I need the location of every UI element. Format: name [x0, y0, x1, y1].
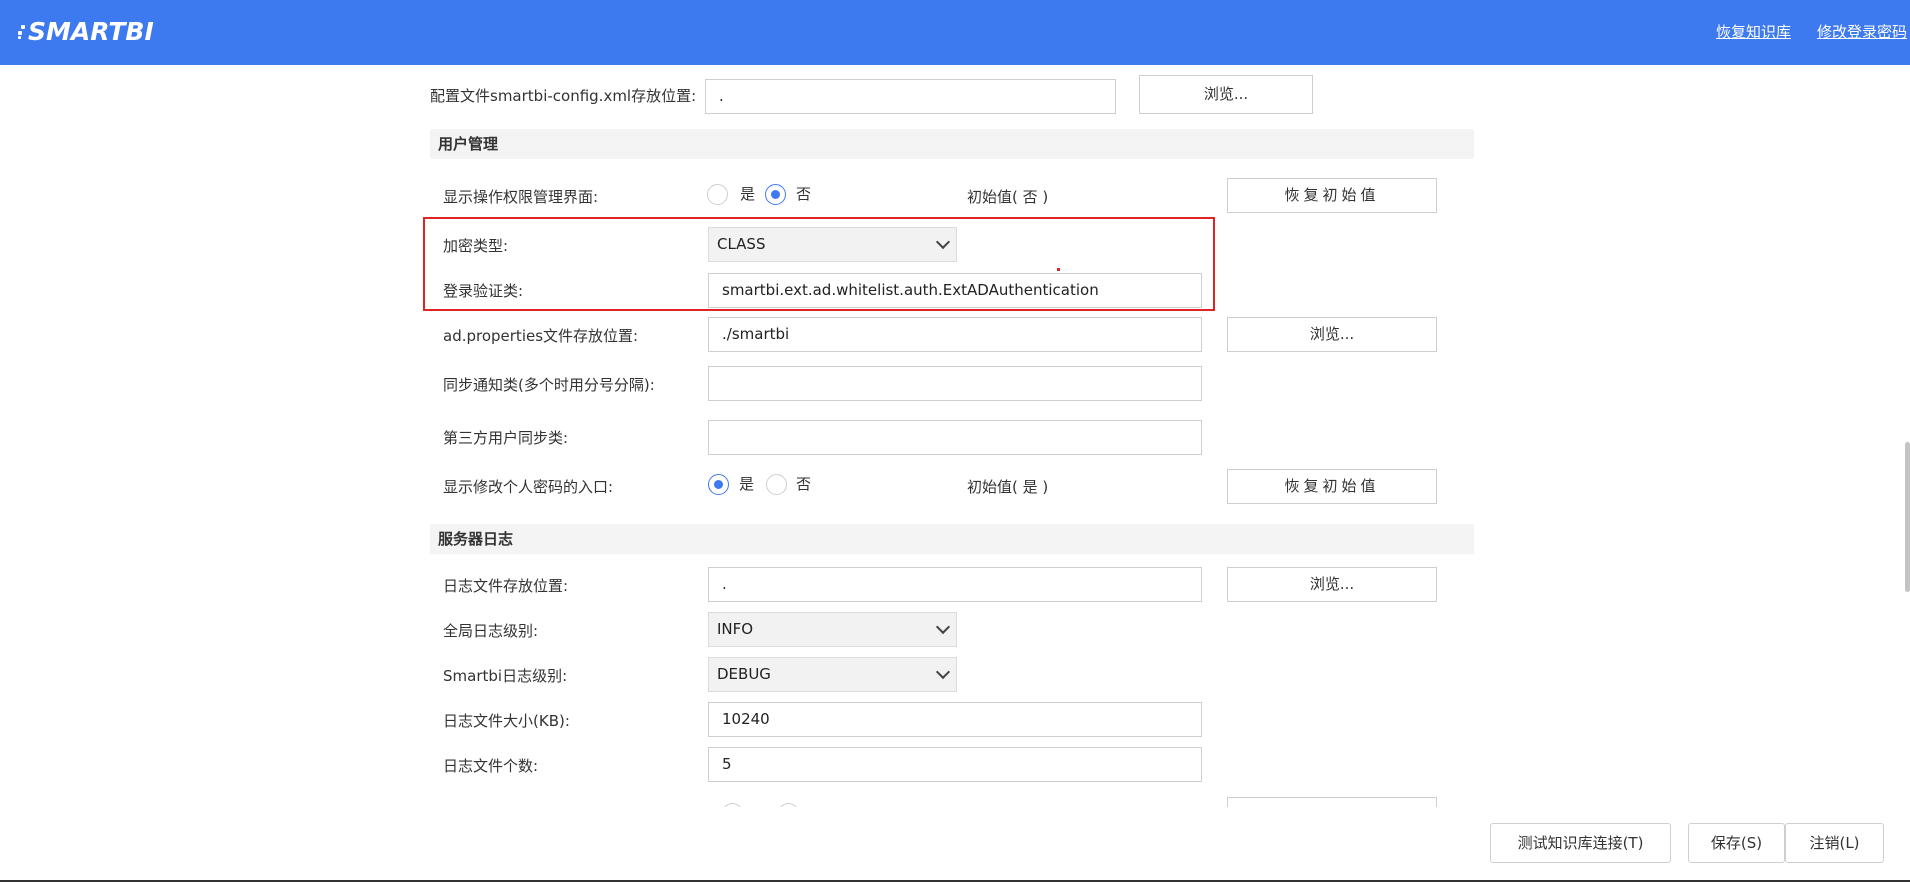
log-path-browse-button[interactable]: 浏览...	[1227, 567, 1437, 602]
ad-props-browse-button[interactable]: 浏览...	[1227, 317, 1437, 352]
section-server-log: 服务器日志	[430, 524, 1474, 554]
settings-content: 配置文件smartbi-config.xml存放位置: . 浏览... 用户管理…	[0, 65, 1910, 807]
file-size-input[interactable]: 10240	[708, 702, 1202, 737]
red-dot-mark	[1057, 268, 1060, 271]
section-user-management: 用户管理	[430, 129, 1474, 159]
file-count-label: 日志文件个数:	[443, 757, 539, 775]
encrypt-type-value: CLASS	[717, 235, 766, 253]
config-browse-button[interactable]: 浏览...	[1139, 75, 1313, 114]
smartbi-level-label: Smartbi日志级别:	[443, 667, 568, 685]
encrypt-type-label: 加密类型:	[443, 237, 509, 255]
show-perm-no-radio[interactable]	[765, 184, 786, 205]
show-perm-label: 显示操作权限管理界面:	[443, 188, 599, 206]
third-sync-label: 第三方用户同步类:	[443, 429, 569, 447]
log-path-label: 日志文件存放位置:	[443, 577, 569, 595]
ad-props-input[interactable]: ./smartbi	[708, 317, 1202, 352]
show-pwd-yes-radio[interactable]	[708, 474, 729, 495]
smartbi-level-value: DEBUG	[717, 665, 771, 683]
show-perm-reset-button[interactable]: 恢复初始值	[1227, 178, 1437, 213]
global-level-value: INFO	[717, 620, 754, 638]
show-perm-initial-value: 初始值( 否 )	[967, 188, 1049, 206]
show-pwd-reset-button[interactable]: 恢复初始值	[1227, 469, 1437, 504]
logo-dots-icon	[18, 17, 26, 41]
chevron-down-icon	[935, 234, 951, 250]
change-password-link[interactable]: 修改登录密码	[1817, 21, 1907, 42]
test-kb-connection-button[interactable]: 测试知识库连接(T)	[1490, 823, 1671, 863]
global-level-label: 全局日志级别:	[443, 622, 539, 640]
show-pwd-initial-value: 初始值( 是 )	[967, 478, 1049, 496]
show-pwd-no-label: 否	[796, 475, 812, 493]
file-count-input[interactable]: 5	[708, 747, 1202, 782]
save-button[interactable]: 保存(S)	[1688, 823, 1785, 863]
smartbi-level-select[interactable]: DEBUG	[708, 657, 957, 692]
config-path-input[interactable]: .	[705, 79, 1116, 114]
show-pwd-yes-label: 是	[739, 475, 755, 493]
show-perm-no-label: 否	[796, 185, 812, 203]
log-path-input[interactable]: .	[708, 567, 1202, 602]
cutoff-button[interactable]	[1227, 797, 1437, 807]
config-path-label: 配置文件smartbi-config.xml存放位置:	[430, 87, 697, 105]
logout-button[interactable]: 注销(L)	[1785, 823, 1884, 863]
encrypt-type-select[interactable]: CLASS	[708, 227, 957, 262]
show-pwd-no-radio[interactable]	[766, 474, 787, 495]
chevron-down-icon	[935, 664, 951, 680]
third-sync-input[interactable]	[708, 420, 1202, 455]
file-size-label: 日志文件大小(KB):	[443, 712, 570, 730]
sync-notify-label: 同步通知类(多个时用分号分隔):	[443, 376, 655, 394]
restore-kb-link[interactable]: 恢复知识库	[1716, 21, 1791, 42]
vertical-scrollbar-thumb[interactable]	[1905, 442, 1910, 592]
login-class-label: 登录验证类:	[443, 282, 524, 300]
sync-notify-input[interactable]	[708, 366, 1202, 401]
show-pwd-label: 显示修改个人密码的入口:	[443, 478, 614, 496]
login-class-input[interactable]: smartbi.ext.ad.whitelist.auth.ExtADAuthe…	[708, 273, 1202, 308]
ad-props-label: ad.properties文件存放位置:	[443, 327, 639, 345]
footer-bar: 测试知识库连接(T) 保存(S) 注销(L)	[0, 807, 1910, 882]
show-perm-yes-label: 是	[740, 185, 756, 203]
smartbi-logo: SMARTBI	[18, 17, 154, 46]
show-perm-yes-radio[interactable]	[707, 184, 728, 205]
global-level-select[interactable]: INFO	[708, 612, 957, 647]
chevron-down-icon	[935, 619, 951, 635]
top-header: SMARTBI 恢复知识库 修改登录密码	[0, 0, 1910, 65]
